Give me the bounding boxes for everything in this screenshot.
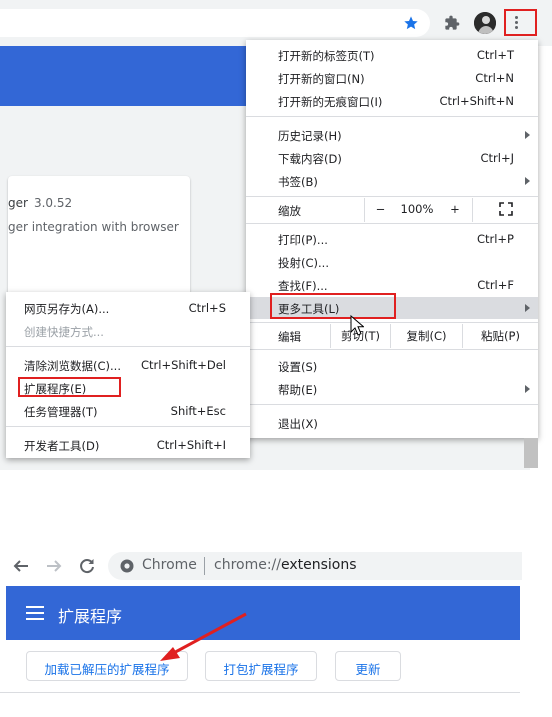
reload-icon[interactable] — [78, 557, 96, 575]
menu-divider — [246, 349, 538, 350]
bookmark-star-icon[interactable] — [403, 15, 419, 31]
submenu-item-task-manager[interactable]: 任务管理器(T) Shift+Esc — [6, 400, 250, 422]
submenu-arrow-icon — [525, 385, 530, 393]
extension-description: ger integration with browser — [8, 220, 179, 234]
menu-item-new-incognito[interactable]: 打开新的无痕窗口(I) Ctrl+Shift+N — [246, 90, 538, 112]
menu-divider — [246, 404, 538, 405]
fullscreen-button[interactable] — [472, 198, 538, 222]
back-arrow-icon[interactable] — [12, 557, 30, 575]
extension-card — [8, 176, 190, 296]
submenu-arrow-icon — [525, 304, 530, 312]
menu-item-new-window[interactable]: 打开新的窗口(N) Ctrl+N — [246, 67, 538, 89]
url-path: chrome://extensions — [214, 557, 357, 573]
zoom-in-button[interactable]: + — [438, 198, 472, 222]
zoom-label: 缩放 — [278, 204, 301, 218]
zoom-out-button[interactable]: − — [364, 198, 396, 222]
menu-item-exit[interactable]: 退出(X) — [246, 412, 538, 434]
hamburger-menu-icon[interactable] — [26, 606, 44, 620]
zoom-row: 缩放 − 100% + — [246, 198, 538, 222]
extensions-header-banner — [0, 46, 260, 106]
menu-item-cast[interactable]: 投射(C)... — [246, 251, 538, 273]
forward-arrow-icon[interactable] — [45, 557, 63, 575]
fullscreen-icon — [498, 202, 513, 216]
red-arrow-annotation-icon — [160, 612, 247, 661]
submenu-arrow-icon — [525, 177, 530, 185]
extension-name: ger 3.0.52 — [8, 196, 73, 210]
address-bar[interactable] — [0, 9, 430, 37]
edit-row: 编辑 剪切(T) 复制(C) 粘贴(P) — [246, 324, 538, 348]
menu-item-settings[interactable]: 设置(S) — [246, 355, 538, 377]
menu-item-help[interactable]: 帮助(E) — [246, 378, 538, 400]
menu-item-print[interactable]: 打印(P)... Ctrl+P — [246, 228, 538, 250]
update-button[interactable]: 更新 — [335, 651, 401, 681]
profile-photo-icon — [474, 12, 496, 34]
zoom-level: 100% — [400, 202, 434, 216]
page-scrollbar[interactable] — [524, 438, 538, 468]
menu-button-highlight — [504, 9, 537, 36]
url-divider — [204, 557, 205, 575]
toolbar-divider — [0, 692, 520, 693]
chrome-logo-icon — [120, 559, 134, 573]
menu-divider — [246, 196, 538, 197]
menu-divider — [6, 426, 250, 427]
submenu-item-save-page[interactable]: 网页另存为(A)... Ctrl+S — [6, 297, 250, 319]
submenu-item-clear-data[interactable]: 清除浏览数据(C)... Ctrl+Shift+Del — [6, 354, 250, 376]
paste-button[interactable]: 粘贴(P) — [462, 324, 538, 348]
mouse-cursor-icon — [350, 315, 364, 336]
submenu-arrow-icon — [525, 131, 530, 139]
page-title: 扩展程序 — [58, 607, 123, 626]
more-tools-submenu: 网页另存为(A)... Ctrl+S 创建快捷方式... 清除浏览数据(C)...… — [6, 292, 250, 458]
extension-version: 3.0.52 — [33, 196, 73, 210]
submenu-item-devtools[interactable]: 开发者工具(D) Ctrl+Shift+I — [6, 434, 250, 456]
menu-divider — [6, 346, 250, 347]
menu-divider — [246, 223, 538, 224]
extensions-puzzle-icon[interactable] — [444, 15, 460, 31]
submenu-item-create-shortcut: 创建快捷方式... — [24, 325, 104, 339]
url-host: Chrome — [142, 557, 197, 573]
menu-item-new-tab[interactable]: 打开新的标签页(T) Ctrl+T — [246, 44, 538, 66]
menu-divider — [246, 116, 538, 117]
extensions-item-highlight — [18, 377, 121, 397]
menu-item-bookmarks[interactable]: 书签(B) — [246, 170, 538, 192]
edit-label: 编辑 — [278, 330, 301, 344]
copy-button[interactable]: 复制(C) — [390, 324, 462, 348]
chrome-main-menu: 打开新的标签页(T) Ctrl+T 打开新的窗口(N) Ctrl+N 打开新的无痕窗… — [246, 40, 538, 438]
profile-avatar[interactable] — [474, 12, 496, 34]
more-tools-highlight — [270, 293, 396, 319]
menu-divider — [246, 322, 538, 323]
menu-item-downloads[interactable]: 下载内容(D) Ctrl+J — [246, 147, 538, 169]
menu-item-history[interactable]: 历史记录(H) — [246, 124, 538, 146]
